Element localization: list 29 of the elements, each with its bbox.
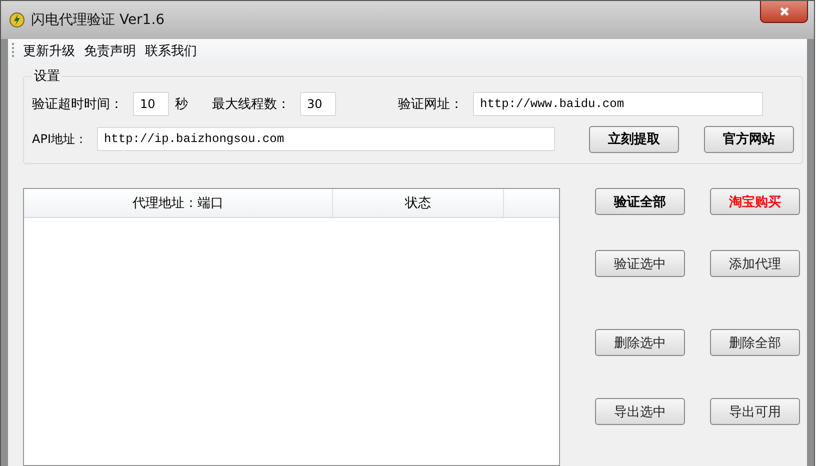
window-title: 闪电代理验证 Ver1.6: [31, 11, 165, 29]
menu-item[interactable]: 联系我们: [145, 42, 197, 60]
column-header[interactable]: 代理地址：端口: [24, 189, 333, 217]
action-button[interactable]: 导出可用: [710, 398, 800, 425]
close-icon: [778, 6, 790, 17]
input-field[interactable]: http://ip.baizhongsou.com: [96, 127, 555, 151]
field-label: 验证超时时间：: [32, 96, 123, 113]
field-label: 最大线程数：: [212, 96, 290, 113]
menu-item[interactable]: 更新升级: [23, 42, 75, 60]
action-button[interactable]: 删除选中: [595, 329, 685, 356]
action-button[interactable]: 立刻提取: [588, 126, 679, 152]
action-button[interactable]: 导出选中: [595, 398, 685, 425]
action-button[interactable]: 验证选中: [595, 250, 685, 277]
action-button[interactable]: 官方网站: [704, 126, 794, 152]
column-header[interactable]: 状态: [333, 189, 504, 217]
action-button[interactable]: 验证全部: [595, 188, 685, 215]
close-button[interactable]: [760, 1, 808, 23]
input-field[interactable]: 10: [133, 92, 169, 116]
group-title: 设置: [33, 68, 61, 85]
lightning-icon: [9, 12, 25, 28]
unit-label: 秒: [175, 96, 188, 113]
action-button[interactable]: 淘宝购买: [710, 188, 800, 215]
field-label: API地址：: [32, 130, 87, 148]
input-field[interactable]: 30: [300, 92, 336, 116]
action-button[interactable]: 添加代理: [710, 250, 800, 277]
action-button[interactable]: 删除全部: [710, 329, 800, 356]
menu-item[interactable]: 免责声明: [84, 42, 136, 60]
input-field[interactable]: http://www.baidu.com: [473, 92, 763, 116]
field-label: 验证网址：: [398, 96, 463, 113]
